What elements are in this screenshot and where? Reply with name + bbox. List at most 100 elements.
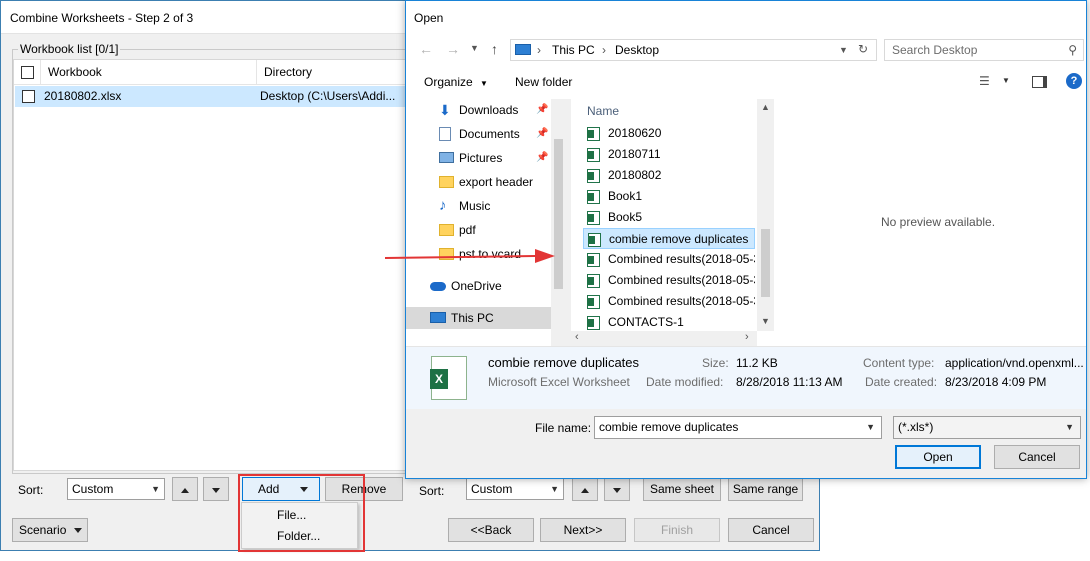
scenario-button[interactable]: Scenario — [12, 518, 88, 542]
scroll-left-icon[interactable]: ‹ — [575, 331, 579, 343]
list-item[interactable]: CONTACTS-1 — [583, 312, 755, 333]
nav-item-pst-to-vcard[interactable]: pst to vcard — [406, 243, 551, 265]
right-sort-value: Custom — [471, 482, 513, 496]
excel-file-icon — [587, 211, 600, 225]
file-list[interactable]: Name ˆ 20180620 20180711 20180802 Book1 Book… — [571, 99, 774, 346]
list-item[interactable]: 20180802 — [583, 165, 755, 186]
open-button[interactable]: Open — [895, 445, 981, 469]
wizard-title: Combine Worksheets - Step 2 of 3 — [10, 11, 194, 25]
up-arrow-icon[interactable]: ↑ — [491, 41, 498, 57]
chevron-down-icon[interactable]: ▼ — [470, 43, 479, 53]
chevron-right-icon: › — [602, 43, 606, 57]
content-type-label: Content type: — [863, 356, 935, 370]
size-label: Size: — [702, 356, 729, 370]
folder-icon — [439, 248, 454, 260]
add-button[interactable]: Add — [242, 477, 320, 501]
file-name: Book5 — [608, 210, 643, 224]
nav-item-export-header[interactable]: export header — [406, 171, 551, 193]
file-hscrollbar[interactable]: ‹ › — [571, 331, 757, 346]
nav-item-label: OneDrive — [451, 279, 502, 293]
nav-item-music[interactable]: ♪ Music — [406, 195, 551, 217]
chevron-down-icon[interactable]: ▼ — [866, 417, 875, 437]
nav-item-label: Music — [459, 199, 491, 213]
move-up-button[interactable] — [172, 477, 198, 501]
next-button[interactable]: Next>> — [540, 518, 626, 542]
list-item[interactable]: Combined results(2018-05-3 — [583, 249, 755, 270]
nav-scrollbar[interactable] — [551, 99, 566, 346]
workbook-list-header: Workbook Directory — [14, 60, 405, 85]
nav-item-pdf[interactable]: pdf — [406, 219, 551, 241]
file-name: combie remove duplicates — [609, 232, 749, 246]
arrow-down-icon — [613, 488, 621, 493]
list-item[interactable]: Combined results(2018-05-3 — [583, 291, 755, 312]
list-item[interactable]: 20180711 — [583, 144, 755, 165]
search-input[interactable]: Search Desktop ⚲ — [884, 39, 1084, 61]
refresh-icon[interactable]: ↻ — [858, 42, 868, 56]
file-vscrollbar[interactable]: ▲ ▼ — [757, 99, 774, 331]
scroll-down-icon[interactable]: ▼ — [761, 316, 770, 326]
nav-item-documents[interactable]: Documents 📌 — [406, 123, 551, 145]
nav-scrollbar-thumb[interactable] — [554, 139, 563, 289]
right-move-down-button[interactable] — [604, 477, 630, 501]
wizard-cancel-button[interactable]: Cancel — [728, 518, 814, 542]
file-name-input[interactable]: combie remove duplicates ▼ — [594, 416, 882, 439]
move-down-button[interactable] — [203, 477, 229, 501]
row-directory: Desktop (C:\Users\Addi... — [260, 89, 396, 103]
remove-button[interactable]: Remove — [325, 477, 403, 501]
organize-button[interactable]: Organize ▼ — [424, 75, 488, 89]
menu-item-file[interactable]: File... — [277, 505, 306, 525]
same-range-button[interactable]: Same range — [728, 477, 803, 501]
column-workbook[interactable]: Workbook — [41, 60, 257, 85]
list-item[interactable]: Combined results(2018-05-3 — [583, 270, 755, 291]
row-checkbox[interactable] — [22, 90, 35, 103]
column-directory[interactable]: Directory — [257, 60, 407, 85]
open-cancel-button[interactable]: Cancel — [994, 445, 1080, 469]
nav-item-downloads[interactable]: ⬇ Downloads 📌 — [406, 99, 551, 121]
help-icon[interactable]: ? — [1066, 73, 1082, 89]
chevron-right-icon: › — [537, 43, 541, 57]
same-sheet-button[interactable]: Same sheet — [643, 477, 721, 501]
file-type-select[interactable]: (*.xls*) ▼ — [893, 416, 1081, 439]
list-item[interactable]: Book1 — [583, 186, 755, 207]
view-options-icon[interactable]: ☰ — [979, 74, 990, 88]
nav-item-label: Downloads — [459, 103, 519, 117]
nav-item-onedrive[interactable]: OneDrive — [406, 275, 551, 297]
menu-item-folder[interactable]: Folder... — [277, 526, 320, 546]
workbook-list[interactable]: Workbook Directory 20180802.xlsx Desktop… — [13, 59, 406, 471]
arrow-up-icon — [181, 488, 189, 493]
download-icon: ⬇ — [439, 102, 451, 118]
name-column-header[interactable]: Name — [587, 104, 619, 118]
back-arrow-icon[interactable]: ← — [419, 41, 433, 57]
list-item[interactable]: combie remove duplicates — [583, 228, 755, 249]
address-bar[interactable]: › This PC › Desktop ▼ ↻ — [510, 39, 877, 61]
finish-button[interactable]: Finish — [634, 518, 720, 542]
file-type-value: (*.xls*) — [898, 420, 934, 434]
forward-arrow-icon[interactable]: → — [446, 41, 460, 57]
table-row[interactable]: 20180802.xlsx Desktop (C:\Users\Addi... — [15, 86, 405, 107]
scroll-right-icon[interactable]: › — [745, 331, 749, 343]
monitor-icon — [515, 44, 531, 55]
breadcrumb-this-pc[interactable]: This PC — [552, 43, 595, 57]
right-move-up-button[interactable] — [572, 477, 598, 501]
details-pane: X combie remove duplicates Microsoft Exc… — [406, 346, 1086, 409]
new-folder-button[interactable]: New folder — [515, 75, 572, 89]
scroll-up-icon[interactable]: ▲ — [761, 102, 770, 112]
preview-pane-icon[interactable] — [1032, 76, 1047, 88]
chevron-down-icon[interactable]: ▼ — [1002, 76, 1010, 85]
select-all-checkbox[interactable] — [21, 66, 34, 79]
nav-item-this-pc[interactable]: This PC — [406, 307, 551, 329]
chevron-down-icon[interactable]: ▼ — [839, 45, 848, 55]
add-dropdown-menu: File... Folder... — [241, 502, 358, 549]
back-button[interactable]: <<Back — [448, 518, 534, 542]
excel-file-icon — [587, 148, 600, 162]
nav-item-label: Documents — [459, 127, 520, 141]
list-item[interactable]: Book5 — [583, 207, 755, 228]
nav-item-pictures[interactable]: Pictures 📌 — [406, 147, 551, 169]
breadcrumb-desktop[interactable]: Desktop — [615, 43, 659, 57]
right-sort-select[interactable]: Custom ▼ — [466, 478, 564, 500]
sort-label: Sort: — [18, 483, 44, 497]
sort-select[interactable]: Custom ▼ — [67, 478, 165, 500]
file-scrollbar-thumb[interactable] — [761, 229, 770, 297]
list-item[interactable]: 20180620 — [583, 123, 755, 144]
nav-item-label: pdf — [459, 223, 476, 237]
